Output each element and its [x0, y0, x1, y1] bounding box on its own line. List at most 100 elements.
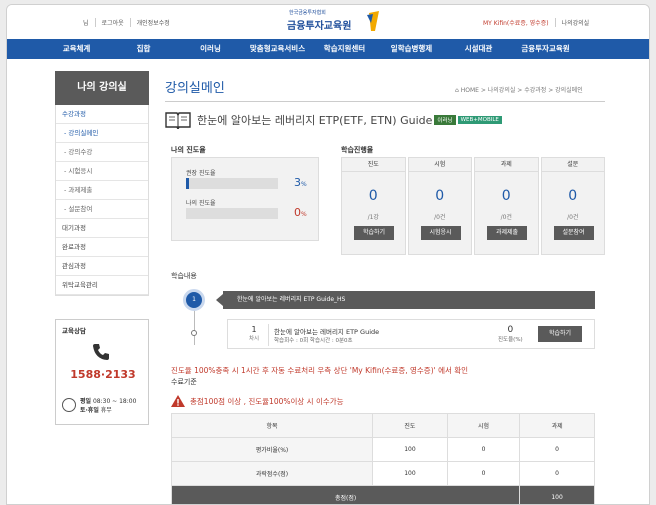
gnb-item-institute[interactable]: 금융투자교육원 — [512, 39, 579, 59]
table-cell: 0 — [446, 437, 521, 462]
lesson-divider — [268, 324, 269, 346]
table-row: 과락점수(점) 100 0 0 — [170, 461, 595, 486]
header-cell: 항목 — [170, 413, 374, 438]
status-card-total: /0건 — [500, 214, 512, 221]
top-links-left: 님 로그아웃 개인정보수정 — [77, 18, 176, 27]
page-title: 강의실메인 — [165, 81, 225, 96]
web-mobile-badge: WEB+MOBILE — [457, 116, 502, 124]
clock-icon — [62, 398, 76, 412]
completion-notice: 진도율 100%충족 시 1시간 후 자동 수료처리 우측 상단 'My Kif… — [171, 366, 469, 375]
recommended-progress-value: 3% — [294, 176, 307, 189]
left-nav-item[interactable]: 대기과정 — [56, 219, 148, 238]
gnb-item-group[interactable]: 집합 — [110, 39, 177, 59]
chapter-number-badge: 1 — [183, 289, 205, 311]
lesson-number: 1 차시 — [248, 325, 260, 342]
status-card-count: 0 — [368, 188, 378, 204]
status-card-head: 과제 — [475, 158, 538, 172]
total-label: 총점(점) — [170, 485, 521, 504]
total-row: 총점(점) 100 — [170, 485, 595, 504]
gnb-item-facility[interactable]: 시설대관 — [445, 39, 512, 59]
status-card-survey: 설문 0 /0건 설문참여 — [540, 157, 605, 255]
my-kifin-link[interactable]: MY Kifin(수료증, 영수증) — [477, 18, 555, 27]
my-progress: 나의 진도율 0% — [186, 198, 312, 219]
recommended-progress: 권장 진도율 3% — [186, 168, 312, 189]
study-button[interactable]: 학습하기 — [354, 226, 394, 240]
lesson-meta: 학습회수 : 0회 학습시간 : 0분0초 — [274, 338, 353, 344]
content-section-label: 학습내용 — [171, 272, 197, 280]
survey-button[interactable]: 설문참여 — [553, 226, 594, 240]
book-icon — [165, 112, 191, 129]
status-card-total: /0건 — [567, 214, 579, 221]
lesson-title: 한눈에 알아보는 레버리지 ETP Guide — [274, 328, 380, 336]
grade-table-header: 항목 진도 시험 과제 — [170, 413, 595, 438]
status-card-total: /0건 — [434, 214, 446, 221]
row-label: 과락점수(점) — [170, 461, 374, 486]
left-nav-item[interactable]: 완료과정 — [56, 238, 148, 257]
gnb-item-work-study[interactable]: 일학습병행제 — [378, 39, 445, 59]
status-card-head: 진도 — [342, 158, 405, 172]
left-nav-item[interactable]: - 시험응시 — [56, 162, 148, 181]
submit-assignment-button[interactable]: 과제제출 — [487, 226, 527, 240]
table-row: 평가비율(%) 100 0 0 — [170, 437, 595, 462]
weekday-hours: 평일 08:30 ~ 18:00 — [80, 398, 137, 405]
gnb-item-elearning[interactable]: 이러닝 — [177, 39, 244, 59]
my-classroom-link[interactable]: 나의강의실 — [554, 18, 596, 27]
top-links-right: MY Kifin(수료증, 영수증) 나의강의실 — [477, 18, 595, 27]
warning-icon — [171, 395, 185, 407]
left-nav-item[interactable]: 관심과정 — [56, 257, 148, 276]
status-card-lecture: 진도 0 /1강 학습하기 — [341, 157, 406, 255]
progress-box: 권장 진도율 3% 나의 진도율 0% — [171, 157, 319, 241]
title-divider — [165, 101, 605, 102]
table-cell: 100 — [372, 461, 448, 486]
table-cell: 0 — [519, 461, 595, 486]
lesson-progress: 0 진도율(%) — [498, 325, 523, 343]
status-card-head: 시험 — [408, 158, 471, 172]
left-nav-list: 수강과정 - 강의실메인 - 강의수강 - 시험응시 - 과제제출 - 설문참여… — [55, 105, 149, 296]
status-card-count: 0 — [435, 188, 445, 204]
left-nav-item[interactable]: - 강의수강 — [56, 143, 148, 162]
recommended-progress-bar — [186, 178, 278, 189]
status-card-assignment: 과제 0 /0건 과제제출 — [474, 157, 539, 255]
left-nav: 나의 강의실 수강과정 - 강의실메인 - 강의수강 - 시험응시 - 과제제출… — [55, 71, 149, 296]
left-nav-title: 나의 강의실 — [55, 71, 149, 105]
gnb-item-custom-service[interactable]: 맞춤형교육서비스 — [244, 39, 311, 59]
table-cell: 0 — [519, 437, 595, 462]
edit-profile-link[interactable]: 개인정보수정 — [129, 18, 176, 27]
row-label: 평가비율(%) — [170, 437, 374, 462]
warning-row: 총점100점 이상 , 진도율100%이상 시 이수가능 — [171, 395, 344, 407]
left-nav-item[interactable]: 위탁교육관리 — [56, 276, 148, 295]
gnb-item-education-system[interactable]: 교육체계 — [43, 39, 110, 59]
counsel-box: 교육상담 1588·2133 평일 08:30 ~ 18:00 토·휴일 휴무 — [55, 319, 149, 425]
gnb-item-support-center[interactable]: 학습지원센터 — [311, 39, 378, 59]
grade-table: 항목 진도 시험 과제 평가비율(%) 100 0 0 과락점수(점) 100 … — [170, 413, 595, 504]
site-logo[interactable]: 한국금융투자협회 금융투자교육원 — [287, 9, 379, 35]
left-nav-item[interactable]: - 과제제출 — [56, 181, 148, 200]
status-card-total: /1강 — [367, 214, 379, 221]
progress-section-label: 나의 진도율 — [171, 146, 206, 154]
breadcrumb: ⌂ HOME > 나의강의실 > 수강과정 > 강의실메인 — [455, 87, 583, 94]
holiday-hours: 토·휴일 휴무 — [80, 407, 112, 414]
left-nav-item[interactable]: - 설문참여 — [56, 200, 148, 219]
logout-link[interactable]: 로그아웃 — [94, 18, 130, 27]
course-title-row: 한눈에 알아보는 레버리지 ETP(ETF, ETN) Guide 이러닝 WE… — [165, 111, 502, 129]
recommended-progress-fill — [186, 178, 189, 189]
header-cell: 진도 — [372, 413, 448, 438]
left-nav-item[interactable]: 수강과정 — [56, 105, 148, 124]
left-nav-item[interactable]: - 강의실메인 — [56, 124, 148, 143]
header-cell: 시험 — [446, 413, 521, 438]
logo-mark-icon — [367, 11, 379, 31]
table-cell: 0 — [446, 461, 521, 486]
lesson-study-button[interactable]: 학습하기 — [538, 326, 582, 342]
status-cards: 진도 0 /1강 학습하기 시험 0 /0건 시험응시 과제 0 /0건 과제제… — [341, 157, 605, 255]
user-name: 님 — [83, 20, 89, 27]
status-card-head: 설문 — [541, 158, 604, 172]
status-card-exam: 시험 0 /0건 시험응시 — [407, 157, 472, 255]
table-cell: 100 — [372, 437, 448, 462]
counsel-phone-number: 1588·2133 — [70, 368, 136, 381]
timeline-dot — [191, 330, 197, 336]
lesson-row: 1 차시 한눈에 알아보는 레버리지 ETP Guide 학습회수 : 0회 학습… — [227, 319, 595, 349]
phone-icon — [93, 344, 109, 360]
take-exam-button[interactable]: 시험응시 — [420, 226, 461, 240]
warning-text: 총점100점 이상 , 진도율100%이상 시 이수가능 — [190, 396, 344, 406]
my-progress-bar — [186, 208, 278, 219]
